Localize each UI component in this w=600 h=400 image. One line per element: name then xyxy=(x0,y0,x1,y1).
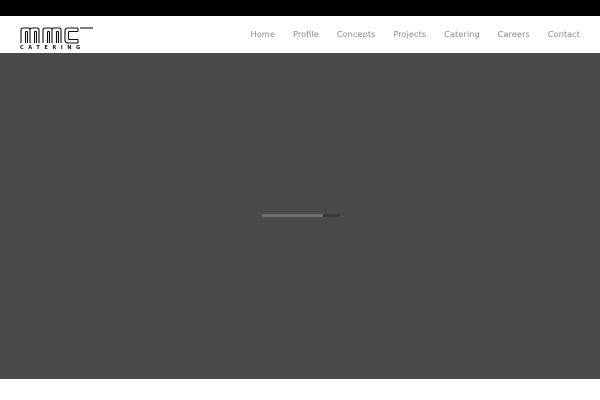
mmc-logo-icon xyxy=(20,27,93,44)
main-navigation: Home Profile Concepts Projects Catering … xyxy=(241,16,580,53)
logo-subtitle: CATERING xyxy=(20,45,85,51)
site-header: CATERING Home Profile Concepts Projects … xyxy=(0,16,600,53)
nav-item-catering[interactable]: Catering xyxy=(435,16,488,53)
loading-progress-bar xyxy=(262,214,340,217)
nav-item-profile[interactable]: Profile xyxy=(284,16,328,53)
nav-item-home[interactable]: Home xyxy=(241,16,284,53)
nav-item-projects[interactable]: Projects xyxy=(384,16,435,53)
hero-slider-area xyxy=(0,53,600,379)
nav-item-careers[interactable]: Careers xyxy=(489,16,539,53)
page-bottom-strip xyxy=(0,379,600,400)
loading-progress-fill xyxy=(262,214,323,217)
nav-item-concepts[interactable]: Concepts xyxy=(328,16,385,53)
top-black-bar xyxy=(0,0,600,16)
site-logo[interactable]: CATERING xyxy=(20,27,94,51)
nav-item-contact[interactable]: Contact xyxy=(539,16,580,53)
